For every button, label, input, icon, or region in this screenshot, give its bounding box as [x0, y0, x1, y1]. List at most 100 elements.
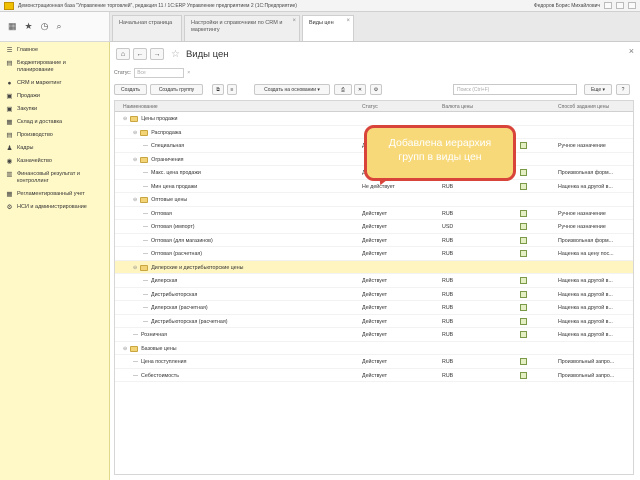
expand-toggle-icon[interactable]: ⊖	[133, 197, 137, 203]
search-input[interactable]: Поиск (Ctrl+F)	[453, 84, 577, 95]
sidebar-item-label: НСИ и администрирование	[17, 204, 87, 210]
name-cell: — Дистрибьюторская (расчетная)	[143, 319, 228, 325]
cell-name: Оптовая (расчетная)	[151, 251, 203, 257]
cell-method: Ручное назначение	[558, 224, 606, 230]
cell-method: Наценка на другой в...	[558, 318, 613, 325]
sidebar-item-admin[interactable]: ⚙ НСИ и администрирование	[0, 201, 109, 214]
search-icon[interactable]: ⌕	[56, 21, 61, 32]
forward-button[interactable]: →	[150, 48, 164, 60]
table-group-row[interactable]: ⊖ Оптовые цены	[115, 193, 633, 207]
create-based-on-button[interactable]: Создать на основании ▾	[254, 84, 330, 95]
price-method-icon	[520, 371, 527, 379]
sidebar-item-crm[interactable]: ● CRM и маркетинг	[0, 77, 109, 90]
table-row[interactable]: — Розничная Действует RUB Наценка на другой …	[115, 328, 633, 342]
column-header-status[interactable]: Статус	[362, 104, 378, 110]
expand-toggle-icon[interactable]: ⊖	[133, 157, 137, 163]
close-icon[interactable]: ×	[346, 18, 350, 25]
table-group-row[interactable]: ⊖ Дилерские и дистрибьюторские цены	[115, 260, 633, 274]
print-button[interactable]: ⎙	[334, 84, 352, 95]
sidebar-item-warehouse[interactable]: ▦ Склад и доставка	[0, 116, 109, 129]
sidebar-item-sales[interactable]: ▣ Продажи	[0, 90, 109, 103]
create-group-button[interactable]: Создать группу	[150, 84, 203, 95]
table-row[interactable]: — Оптовая Действует RUB Ручное назначение	[115, 207, 633, 220]
main-form: ⌂ ← → ☆ Виды цен × Статус: Все × Создать…	[110, 42, 640, 480]
column-header-name[interactable]: Наименование	[123, 104, 158, 110]
close-icon[interactable]: ×	[292, 18, 296, 25]
table-group-row[interactable]: ⊖ Базовые цены	[115, 342, 633, 355]
sidebar-item-label: Склад и доставка	[17, 119, 63, 125]
tab-home[interactable]: Начальная страница	[112, 15, 182, 41]
maximize-button[interactable]	[616, 2, 624, 9]
name-cell: — Себестоимость	[133, 373, 179, 379]
item-marker-icon: —	[133, 332, 138, 338]
favorite-star-icon[interactable]: ☆	[171, 49, 180, 60]
back-button[interactable]: ←	[133, 48, 147, 60]
settings-button[interactable]: ⚙	[370, 84, 382, 95]
sidebar-item-production[interactable]: ▤ Производство	[0, 129, 109, 142]
table-row[interactable]: — Оптовая (для магазинов) Действует RUB Прои…	[115, 234, 633, 247]
cell-method: Наценка на другой в...	[558, 332, 613, 338]
sidebar-item-budget[interactable]: ▤ Бюджетирование и планирование	[0, 57, 109, 77]
table-row[interactable]: — Оптовая (расчетная) Действует RUB Наценка …	[115, 247, 633, 261]
status-filter-input[interactable]: Все	[134, 68, 185, 78]
more-label: Еще	[590, 86, 602, 93]
table-row[interactable]: — Цена поступления Действует RUB Произвольны…	[115, 355, 633, 369]
name-cell: ⊖ Оптовые цены	[133, 197, 187, 203]
table-row[interactable]: — Дистрибьюторская Действует RUB Наценка на …	[115, 288, 633, 301]
expand-toggle-icon[interactable]: ⊖	[133, 130, 137, 136]
create-based-on-label: Создать на основании	[264, 86, 316, 93]
expand-toggle-icon[interactable]: ⊖	[123, 346, 127, 352]
user-name[interactable]: Федоров Борис Михайлович	[534, 3, 600, 9]
tab-label: Настройки и справочники по CRM и маркети…	[191, 20, 283, 33]
clear-icon[interactable]: ×	[187, 70, 190, 76]
list-settings-button[interactable]: ≡	[227, 84, 237, 95]
create-button[interactable]: Создать	[114, 84, 147, 95]
table-row[interactable]: — Оптовая (импорт) Действует USD Ручное назн…	[115, 220, 633, 234]
sidebar-item-label: CRM и маркетинг	[17, 80, 62, 86]
history-icon[interactable]: ◷	[41, 21, 49, 32]
cell-method: Произвольный запро...	[558, 359, 615, 365]
name-cell: — Оптовая (расчетная)	[143, 251, 202, 257]
tab-price-types[interactable]: Виды цен ×	[302, 15, 354, 41]
sidebar-item-label: Продажи	[17, 93, 40, 99]
price-method-icon	[520, 358, 527, 365]
grid-menu-icon[interactable]: ▦	[8, 21, 17, 32]
sidebar-item-finance[interactable]: ▥ Финансовый результат и контроллинг	[0, 168, 109, 188]
table-header: Наименование Статус Валюта цены Способ з…	[115, 101, 633, 112]
price-method-icon	[520, 317, 527, 325]
table-row[interactable]: — Дистрибьюторская (расчетная) Действует RU…	[115, 315, 633, 328]
column-header-currency[interactable]: Валюта цены	[442, 104, 473, 110]
table-group-row[interactable]: ⊖ Цены продажи	[115, 112, 633, 126]
cell-name: Макс. цена продажи	[151, 170, 201, 176]
minimize-button[interactable]	[604, 2, 612, 9]
cell-name: Базовые цены	[141, 345, 177, 352]
delete-button[interactable]: ✕	[354, 84, 366, 95]
sidebar-item-treasury[interactable]: ◉ Казначейство	[0, 155, 109, 168]
table-row[interactable]: — Себестоимость Действует RUB Произвольный з…	[115, 369, 633, 382]
app-logo-icon	[4, 1, 14, 10]
more-button[interactable]: Еще ▾	[584, 84, 612, 95]
sidebar-item-purchases[interactable]: ▣ Закупки	[0, 103, 109, 116]
sidebar-item-accounting[interactable]: ▦ Регламентированный учет	[0, 188, 109, 201]
cell-currency: RUB	[442, 210, 454, 217]
table-row[interactable]: — Дилерская Действует RUB Наценка на другой …	[115, 274, 633, 288]
favorites-star-icon[interactable]: ★	[25, 21, 33, 32]
close-form-icon[interactable]: ×	[629, 46, 634, 56]
sidebar-item-staff[interactable]: ♟ Кадры	[0, 142, 109, 155]
item-marker-icon: —	[143, 318, 148, 325]
column-header-method[interactable]: Способ задания цены	[558, 104, 609, 110]
copy-button[interactable]: ⧉	[212, 84, 224, 95]
name-cell: — Цена поступления	[133, 359, 186, 365]
name-cell: — Оптовая (для магазинов)	[143, 238, 213, 244]
sidebar-item-label: Финансовый результат и контроллинг	[17, 171, 80, 184]
help-button[interactable]: ?	[616, 84, 630, 95]
expand-toggle-icon[interactable]: ⊖	[123, 116, 127, 122]
expand-toggle-icon[interactable]: ⊖	[133, 265, 137, 271]
home-button[interactable]: ⌂	[116, 48, 130, 60]
table-row[interactable]: — Дилерская (расчетная) Действует RUB Наценк…	[115, 301, 633, 315]
open-tabs-bar: Начальная страница Настройки и справочни…	[110, 12, 640, 42]
sidebar-item-main[interactable]: ☰ Главное	[0, 44, 109, 57]
crm-icon: ●	[7, 80, 12, 87]
tab-crm-settings[interactable]: Настройки и справочники по CRM и маркети…	[184, 15, 300, 41]
close-window-button[interactable]	[628, 2, 636, 9]
